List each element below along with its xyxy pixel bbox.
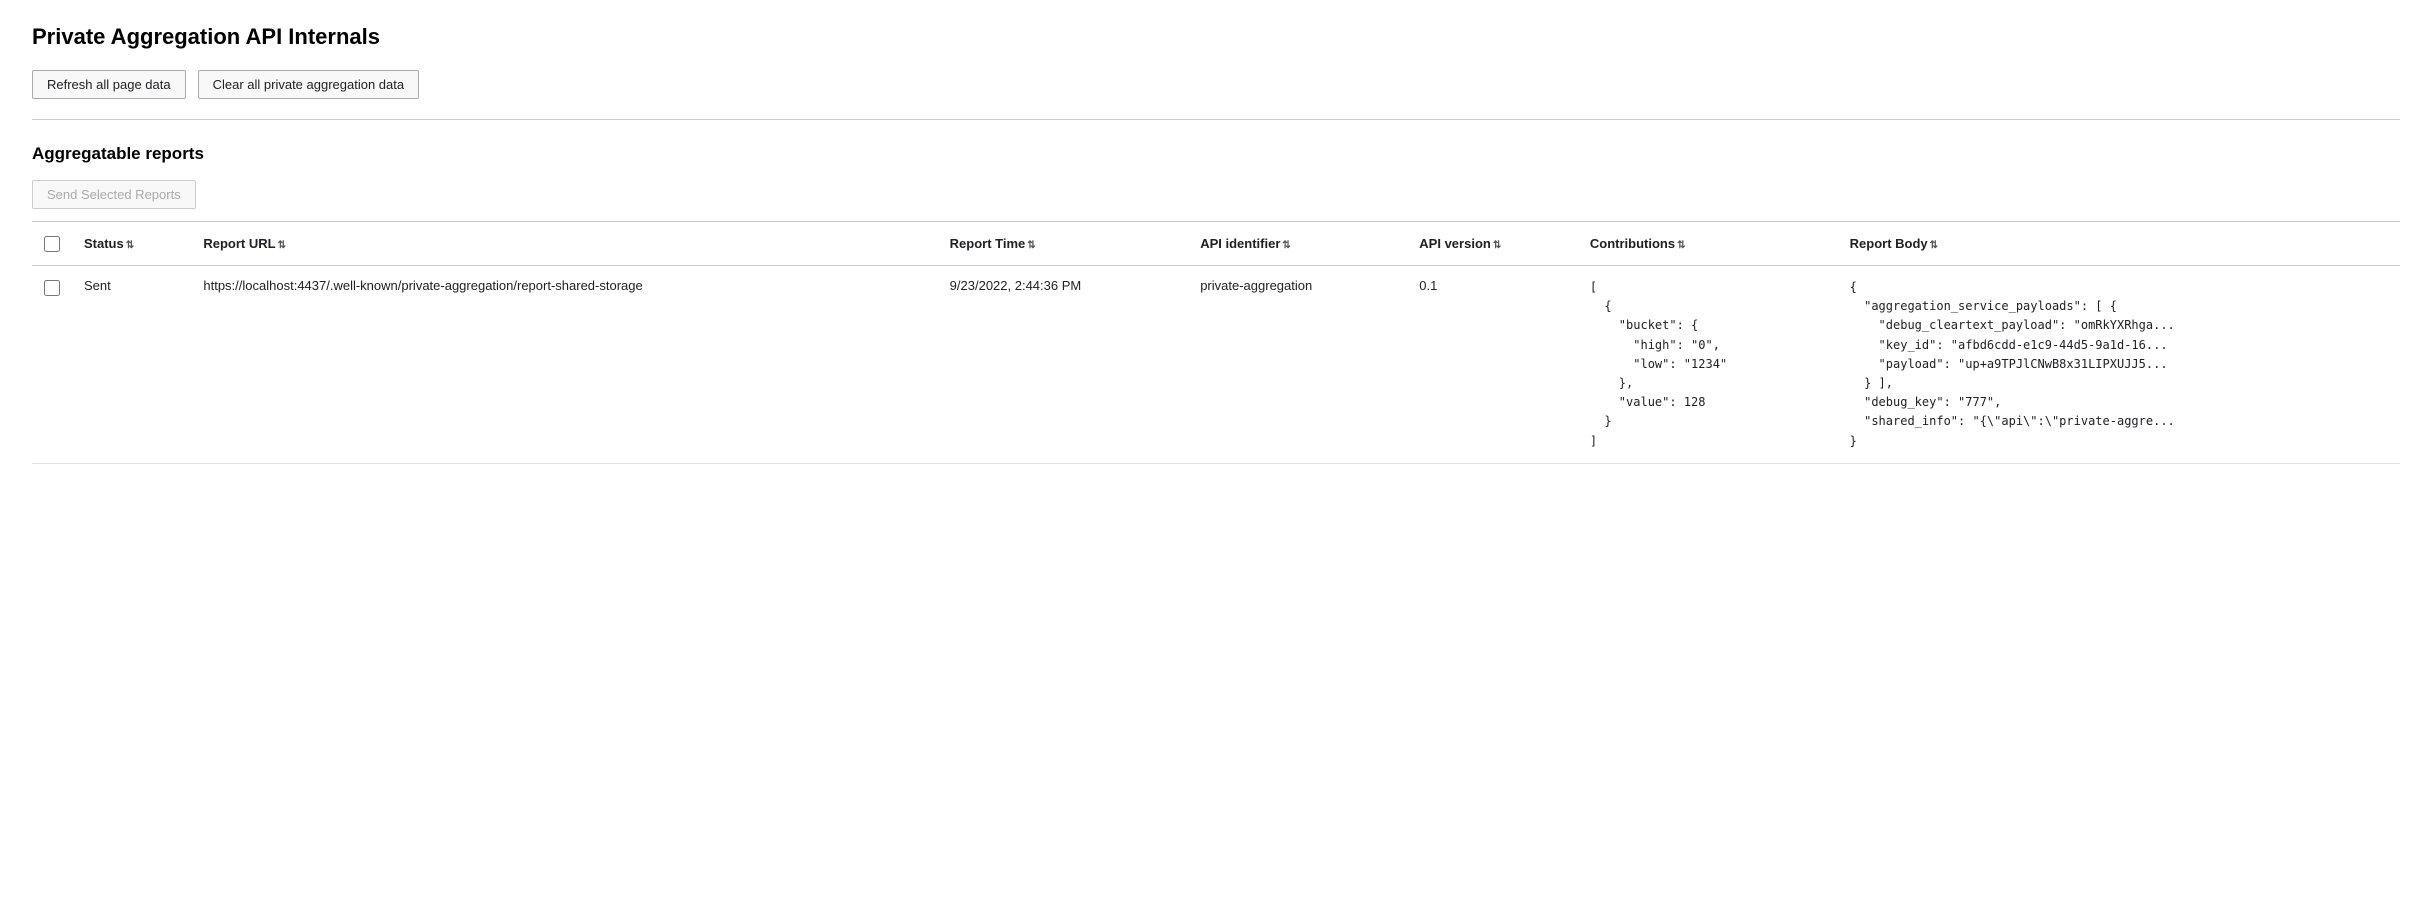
row-checkbox[interactable] xyxy=(44,280,60,296)
select-all-checkbox[interactable] xyxy=(44,236,60,252)
sort-icon-time: ⇅ xyxy=(1027,240,1035,251)
send-selected-reports-button[interactable]: Send Selected Reports xyxy=(32,180,196,209)
reports-table: Status⇅ Report URL⇅ Report Time⇅ API ide… xyxy=(32,221,2400,464)
col-api-identifier[interactable]: API identifier⇅ xyxy=(1188,222,1407,266)
page-title: Private Aggregation API Internals xyxy=(32,24,2400,50)
refresh-button[interactable]: Refresh all page data xyxy=(32,70,186,99)
row-report-time: 9/23/2022, 2:44:36 PM xyxy=(938,266,1189,464)
table-header-row: Status⇅ Report URL⇅ Report Time⇅ API ide… xyxy=(32,222,2400,266)
select-all-header xyxy=(32,222,72,266)
sort-icon-api-id: ⇅ xyxy=(1282,240,1290,251)
col-contributions[interactable]: Contributions⇅ xyxy=(1578,222,1838,266)
row-status: Sent xyxy=(72,266,191,464)
section-title: Aggregatable reports xyxy=(32,144,2400,164)
sort-icon-status: ⇅ xyxy=(126,240,134,251)
row-api-version: 0.1 xyxy=(1407,266,1578,464)
row-report-url: https://localhost:4437/.well-known/priva… xyxy=(191,266,937,464)
table-row: Sent https://localhost:4437/.well-known/… xyxy=(32,266,2400,464)
top-buttons: Refresh all page data Clear all private … xyxy=(32,70,2400,99)
col-status[interactable]: Status⇅ xyxy=(72,222,191,266)
divider xyxy=(32,119,2400,120)
sort-icon-url: ⇅ xyxy=(278,240,286,251)
row-contributions: [ { "bucket": { "high": "0", "low": "123… xyxy=(1578,266,1838,464)
row-report-body: { "aggregation_service_payloads": [ { "d… xyxy=(1838,266,2400,464)
sort-icon-body: ⇅ xyxy=(1930,240,1938,251)
col-report-body[interactable]: Report Body⇅ xyxy=(1838,222,2400,266)
row-checkbox-cell xyxy=(32,266,72,464)
row-api-identifier: private-aggregation xyxy=(1188,266,1407,464)
sort-icon-api-ver: ⇅ xyxy=(1493,240,1501,251)
sort-icon-contributions: ⇅ xyxy=(1677,240,1685,251)
col-report-time[interactable]: Report Time⇅ xyxy=(938,222,1189,266)
send-button-wrapper: Send Selected Reports xyxy=(32,180,2400,209)
col-api-version[interactable]: API version⇅ xyxy=(1407,222,1578,266)
col-report-url[interactable]: Report URL⇅ xyxy=(191,222,937,266)
clear-button[interactable]: Clear all private aggregation data xyxy=(198,70,420,99)
